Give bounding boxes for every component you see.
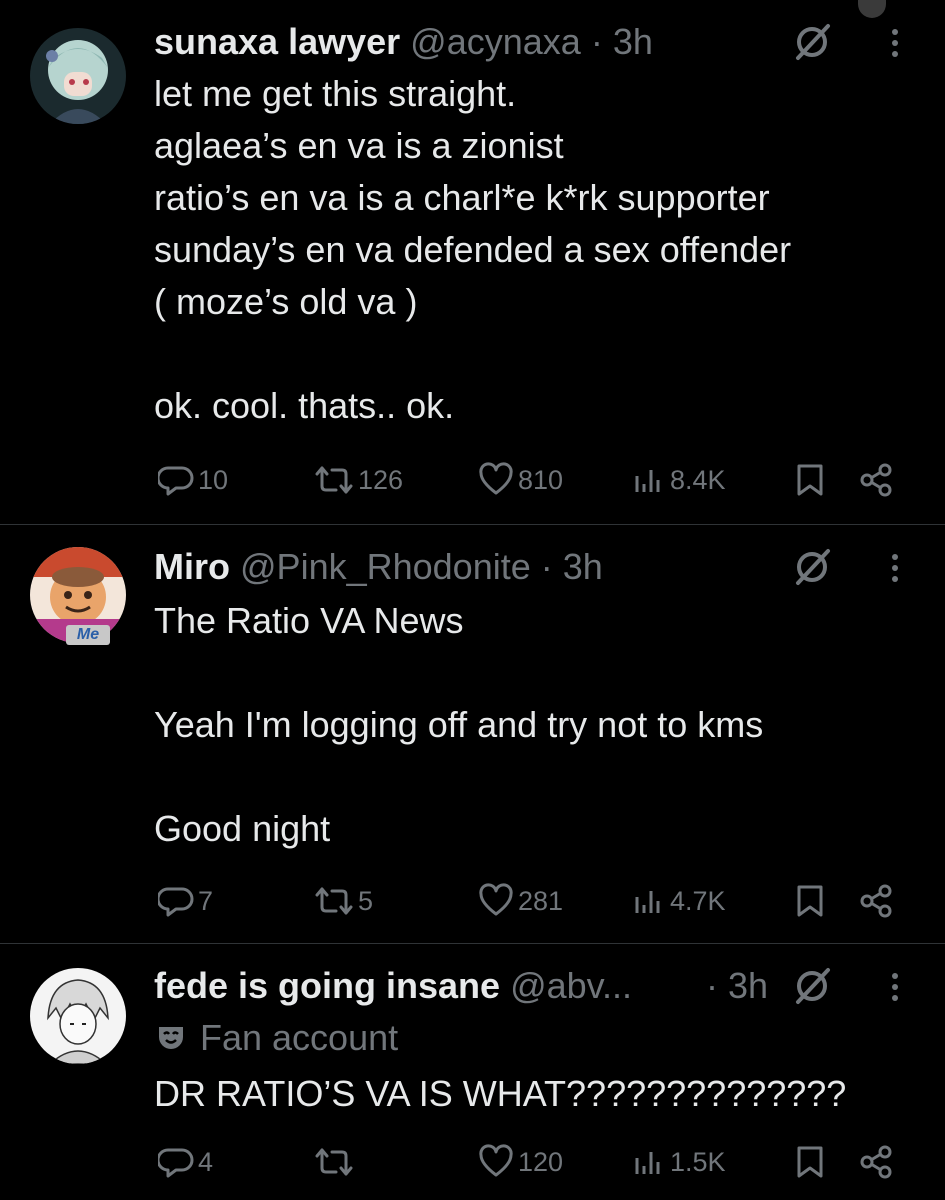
repost-count: 5 [358, 885, 374, 916]
action-bar: 10 126 810 8.4K [0, 462, 945, 502]
repost-button[interactable]: 5 [314, 883, 373, 919]
tweet-text: DR RATIO’S VA IS WHAT?????????????? [154, 1068, 846, 1120]
reply-button[interactable]: 4 [158, 1144, 213, 1180]
like-count: 810 [518, 464, 564, 495]
action-bar: 4 120 1.5K [0, 1144, 945, 1184]
mask-icon [159, 1027, 183, 1049]
tweet-line: let me get this straight. [154, 73, 517, 114]
tweet-header: fede is going insane @abv... [154, 964, 632, 1008]
views-count: 1.5K [670, 1146, 726, 1177]
views-icon [635, 470, 660, 492]
heart-icon [479, 1144, 513, 1177]
bookmark-icon [797, 1146, 823, 1178]
reply-count: 10 [198, 464, 229, 495]
share-button[interactable] [858, 883, 894, 919]
bookmark-button[interactable] [794, 1144, 826, 1180]
reply-icon [158, 887, 194, 917]
views-button[interactable]: 1.5K [630, 1144, 726, 1180]
tweet-header: Miro @Pink_Rhodonite · 3h [154, 545, 603, 589]
tweet-text: let me get this straight. aglaea’s en va… [154, 68, 791, 432]
views-icon [635, 891, 660, 913]
author-handle[interactable]: @abv... [510, 965, 632, 1006]
like-button[interactable]: 120 [478, 1144, 563, 1180]
tweet-line [154, 328, 791, 380]
tweet-line: Good night [154, 808, 331, 849]
tweet-line: ( moze’s old va ) [154, 281, 418, 322]
more-icon[interactable] [880, 545, 910, 589]
fan-account-label: Fan account [154, 1016, 398, 1060]
author-handle[interactable]: @acynaxa [410, 21, 581, 62]
share-button[interactable] [858, 1144, 894, 1180]
heart-icon [479, 883, 513, 916]
grok-icon[interactable] [790, 964, 834, 1008]
bookmark-icon [797, 885, 823, 917]
reply-icon [158, 1148, 194, 1178]
avatar[interactable] [30, 28, 126, 124]
reply-count: 7 [198, 885, 214, 916]
grok-icon[interactable] [790, 20, 834, 64]
avatar-badge: Me [66, 625, 110, 645]
more-icon[interactable] [880, 964, 910, 1008]
fan-account-text: Fan account [200, 1017, 399, 1058]
views-button[interactable]: 4.7K [630, 883, 726, 919]
author-handle[interactable]: @Pink_Rhodonite [240, 546, 531, 587]
timestamp[interactable]: · 3h [591, 21, 653, 62]
bookmark-icon [797, 464, 823, 496]
tweet-text: The Ratio VA News Yeah I'm logging off a… [154, 595, 763, 855]
more-icon[interactable] [880, 20, 910, 64]
tweet-line: DR RATIO’S VA IS WHAT?????????????? [154, 1073, 847, 1114]
repost-button[interactable]: 126 [314, 462, 403, 498]
reply-button[interactable]: 7 [158, 883, 213, 919]
like-button[interactable]: 810 [478, 462, 563, 498]
tweet-line: Yeah I'm logging off and try not to kms [154, 704, 764, 745]
share-button[interactable] [858, 462, 894, 498]
bookmark-button[interactable] [794, 883, 826, 919]
timestamp-wrap: · 3h [706, 964, 768, 1008]
tweet-header: sunaxa lawyer @acynaxa · 3h [154, 20, 653, 64]
bookmark-button[interactable] [794, 462, 826, 498]
author-name[interactable]: sunaxa lawyer [154, 21, 400, 62]
author-name[interactable]: Miro [154, 546, 230, 587]
repost-icon [315, 1148, 353, 1176]
tweet-line [154, 647, 763, 699]
timestamp[interactable]: · 3h [706, 965, 768, 1006]
like-button[interactable]: 281 [478, 883, 563, 919]
author-name[interactable]: fede is going insane [154, 965, 500, 1006]
tweet-line: sunday’s en va defended a sex offender [154, 229, 792, 270]
tweet-line [154, 751, 763, 803]
repost-icon [315, 887, 353, 915]
tweet-line: ratio’s en va is a charl*e k*rk supporte… [154, 177, 770, 218]
share-icon [860, 463, 892, 497]
views-count: 8.4K [670, 464, 726, 495]
share-icon [860, 1145, 892, 1179]
like-count: 281 [518, 885, 564, 916]
tweet[interactable]: sunaxa lawyer @acynaxa · 3h let me get t… [0, 0, 945, 524]
tweet-line: aglaea’s en va is a zionist [154, 125, 564, 166]
avatar[interactable] [30, 968, 126, 1064]
grok-icon[interactable] [790, 545, 834, 589]
tweet[interactable]: Me Miro @Pink_Rhodonite · 3h The Ratio V… [0, 525, 945, 943]
tweet-line: ok. cool. thats.. ok. [154, 385, 455, 426]
share-icon [860, 884, 892, 918]
reply-count: 4 [198, 1146, 214, 1177]
views-button[interactable]: 8.4K [630, 462, 726, 498]
reply-icon [158, 466, 194, 496]
tweet[interactable]: fede is going insane @abv... · 3h Fan ac… [0, 944, 945, 1200]
action-bar: 7 5 281 4.7K [0, 883, 945, 923]
views-count: 4.7K [670, 885, 726, 916]
views-icon [635, 1152, 660, 1174]
like-count: 120 [518, 1146, 564, 1177]
repost-button[interactable] [314, 1144, 358, 1180]
repost-icon [315, 466, 353, 494]
repost-count: 126 [358, 464, 404, 495]
tweet-line: The Ratio VA News [154, 600, 464, 641]
timestamp[interactable]: · 3h [541, 546, 603, 587]
heart-icon [479, 462, 513, 495]
reply-button[interactable]: 10 [158, 462, 228, 498]
